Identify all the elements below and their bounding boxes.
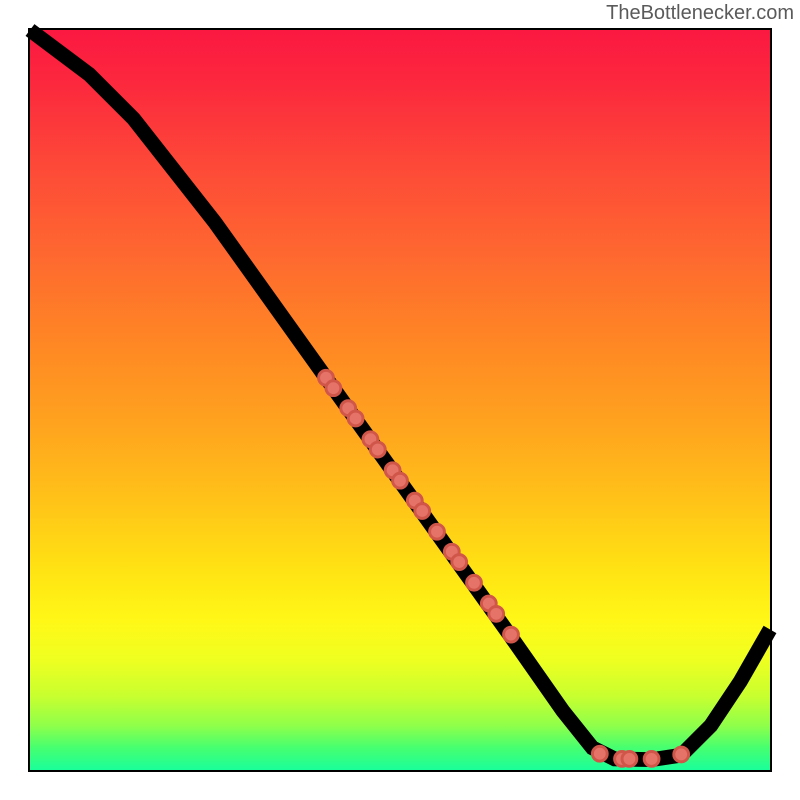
chart-svg bbox=[30, 30, 770, 770]
data-point bbox=[370, 442, 385, 457]
data-point bbox=[592, 746, 607, 761]
data-point bbox=[430, 524, 445, 539]
data-point bbox=[622, 752, 637, 767]
chart-frame bbox=[28, 28, 772, 772]
data-point bbox=[393, 473, 408, 488]
source-attribution: TheBottlenecker.com bbox=[606, 2, 794, 25]
data-point bbox=[415, 504, 430, 519]
scatter-cluster-midslope bbox=[319, 370, 519, 642]
data-point bbox=[467, 575, 482, 590]
data-point bbox=[674, 747, 689, 762]
data-point bbox=[452, 555, 467, 570]
main-curve bbox=[30, 30, 770, 760]
data-point bbox=[489, 606, 504, 621]
data-point bbox=[348, 411, 363, 426]
data-point bbox=[504, 627, 519, 642]
data-point bbox=[326, 381, 341, 396]
data-point bbox=[644, 752, 659, 767]
